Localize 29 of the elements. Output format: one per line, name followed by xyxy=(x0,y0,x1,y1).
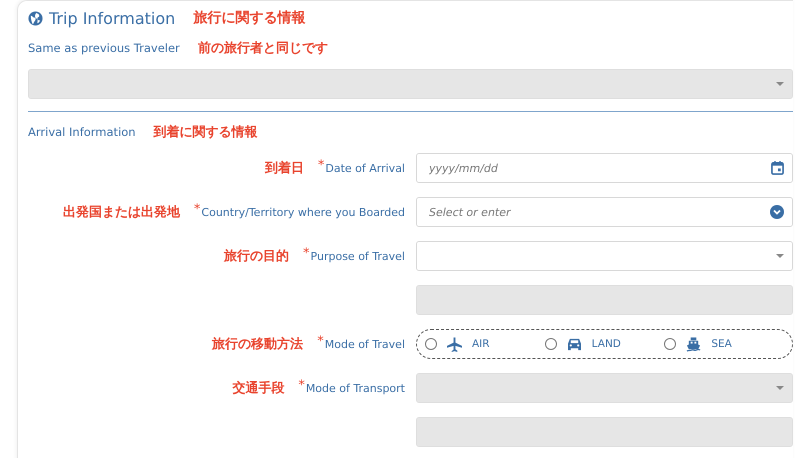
caret-icon xyxy=(776,386,784,390)
field-label: Same as previous Traveler xyxy=(28,41,180,55)
translation-note: 旅行に関する情報 xyxy=(193,9,306,27)
translation-note: 旅行の目的 xyxy=(224,248,290,265)
date-field[interactable]: yyyy/mm/dd xyxy=(416,153,793,183)
translation-note: 交通手段 xyxy=(232,380,284,397)
radio-button[interactable] xyxy=(425,338,437,350)
calendar-icon xyxy=(771,161,784,175)
translation-note: 到着に関する情報 xyxy=(154,124,258,141)
subsection-title: Arrival Information xyxy=(28,125,136,139)
radio-button[interactable] xyxy=(544,338,557,350)
dropdown[interactable] xyxy=(416,241,793,271)
radio-label: SEA xyxy=(711,338,732,350)
translation-note: 出発国または出発地 xyxy=(62,204,180,221)
car-icon xyxy=(566,338,582,350)
country-combobox[interactable]: Select or enter xyxy=(416,197,793,227)
caret-icon xyxy=(776,254,784,258)
airplane-icon xyxy=(447,336,462,352)
translation-note: 旅行の移動方法 xyxy=(212,336,304,353)
section-title: Trip Information xyxy=(49,8,176,28)
chevron-down-icon xyxy=(770,205,784,219)
caret-icon xyxy=(776,82,784,86)
radio-label: LAND xyxy=(592,338,621,350)
radio-button[interactable] xyxy=(664,338,676,350)
translation-note: 到着日 xyxy=(264,160,304,177)
globe-icon xyxy=(28,10,43,26)
radio-label: AIR xyxy=(472,338,490,350)
translation-note: 前の旅行者と同じです xyxy=(198,40,328,57)
ship-icon xyxy=(686,336,702,352)
